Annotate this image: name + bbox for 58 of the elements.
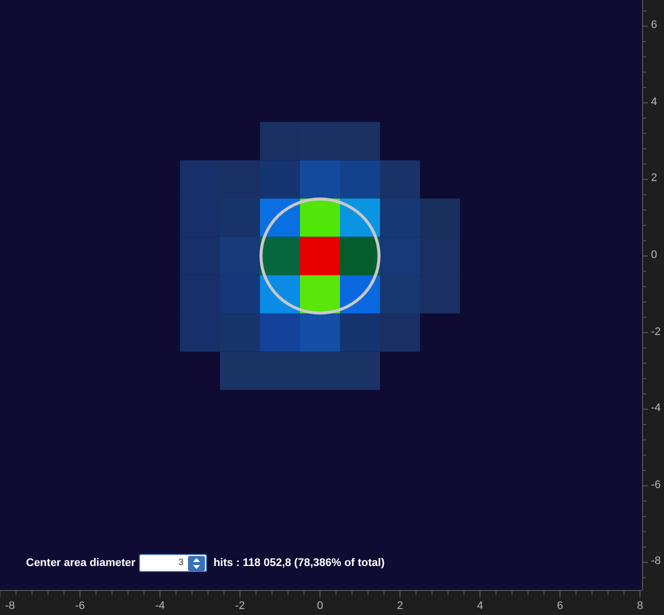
- heatmap-cell: [180, 275, 220, 314]
- heatmap-cell: [340, 198, 380, 237]
- heatmap-cell: [180, 313, 220, 352]
- heatmap-cell: [340, 160, 380, 199]
- heatmap-cell: [220, 352, 260, 390]
- x-tick-label: -4: [154, 600, 166, 613]
- heatmap-cell: [300, 275, 340, 314]
- spin-buttons-icon[interactable]: [188, 556, 206, 570]
- heatmap-cell: [300, 313, 340, 352]
- heatmap-cell: [380, 313, 420, 352]
- heatmap-cell: [220, 313, 260, 352]
- heatmap-cell: [220, 198, 260, 237]
- x-tick-label: 6: [556, 600, 564, 613]
- y-tick-label: -2: [651, 326, 661, 339]
- y-tick-label: 4: [651, 96, 658, 109]
- heatmap-cell: [380, 236, 420, 276]
- heatmap-cell: [340, 313, 380, 352]
- y-tick-label: -6: [651, 478, 661, 492]
- heatmap-cell: [180, 160, 220, 199]
- x-tick-label: -2: [234, 600, 246, 613]
- heatmap-cell: [420, 236, 460, 276]
- heatmap-cell: [300, 236, 340, 276]
- heatmap-cell: [220, 236, 260, 276]
- heatmap-cell: [300, 198, 340, 237]
- heatmap-cell: [220, 160, 260, 199]
- heatmap-cell: [340, 122, 380, 160]
- x-tick-label: 8: [636, 600, 644, 613]
- heatmap-cell: [340, 275, 380, 314]
- heatmap-cell: [420, 198, 460, 237]
- heatmap-cell: [380, 275, 420, 314]
- hits-result: hits : 118 052,8 (78,386% of total): [213, 556, 385, 571]
- y-tick-label: 6: [651, 19, 658, 32]
- heatmap-cell: [420, 275, 460, 314]
- heatmap-cell: [300, 160, 340, 199]
- x-tick-label: 2: [396, 600, 404, 613]
- x-tick-label: -8: [4, 600, 16, 613]
- diameter-label: Center area diameter: [26, 556, 136, 571]
- y-tick-label: 2: [651, 172, 658, 186]
- heatmap-cell: [260, 313, 300, 352]
- heatmap-cell: [340, 236, 380, 276]
- heatmap-cell: [180, 198, 220, 237]
- heatmap-cell: [260, 160, 300, 199]
- y-tick-label: -4: [651, 402, 661, 416]
- heatmap-cell: [220, 275, 260, 314]
- heatmap-cell: [260, 275, 300, 314]
- heatmap-cell: [260, 236, 300, 276]
- heatmap-cell: [260, 122, 300, 160]
- y-tick-label: -8: [651, 555, 661, 568]
- x-tick-label: -6: [74, 600, 86, 613]
- heatmap-cell: [380, 160, 420, 199]
- x-tick-label: 0: [316, 600, 324, 613]
- heatmap-cell: [340, 352, 380, 390]
- y-tick-label: 0: [651, 249, 658, 262]
- heatmap-cell: [260, 198, 300, 237]
- diameter-spinbox[interactable]: 3: [139, 554, 208, 572]
- heatmap-cell: [380, 198, 420, 237]
- heatmap-cell: [180, 236, 220, 276]
- x-tick-label: 4: [476, 600, 484, 613]
